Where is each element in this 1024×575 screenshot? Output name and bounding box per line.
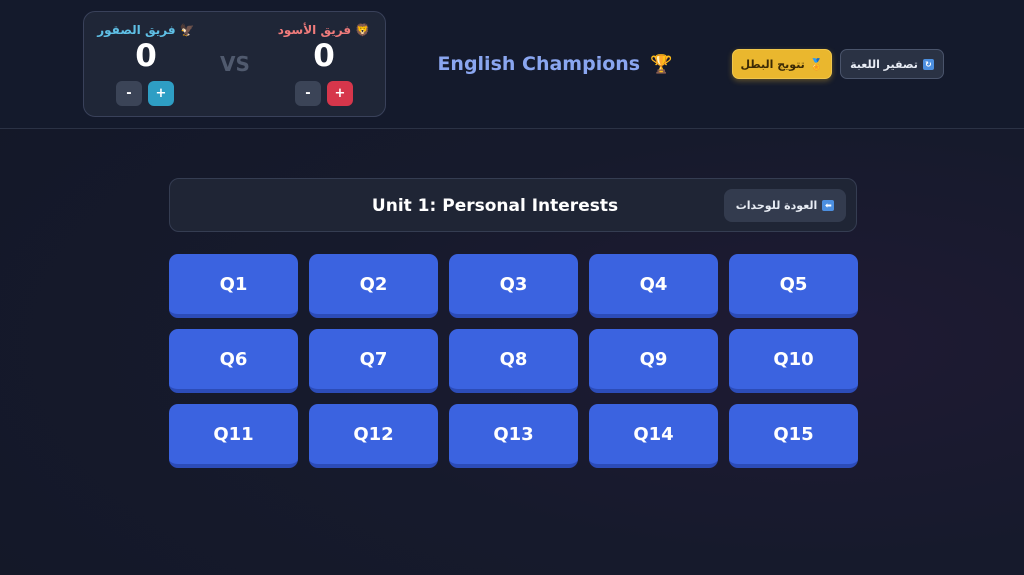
eagle-icon: 🦅 — [179, 23, 195, 37]
reset-game-button[interactable]: ↻ تصفير اللعبة — [840, 49, 944, 79]
back-button-label: العودة للوحدات — [735, 199, 818, 212]
scoreboard: 🦅 فريق الصقور 0 - + VS 🦁 فريق الأسود 0 -… — [83, 11, 386, 117]
question-button[interactable]: Q10 — [729, 329, 858, 393]
lions-minus-button[interactable]: - — [295, 81, 321, 106]
team-falcons: 🦅 فريق الصقور 0 - + — [96, 12, 196, 118]
crown-icon: 🏅 — [809, 57, 824, 71]
lions-plus-button[interactable]: + — [327, 81, 353, 106]
question-button[interactable]: Q8 — [449, 329, 578, 393]
reset-button-label: تصفير اللعبة — [850, 57, 918, 71]
question-button[interactable]: Q12 — [309, 404, 438, 468]
question-button[interactable]: Q13 — [449, 404, 578, 468]
falcons-minus-button[interactable]: - — [116, 81, 142, 106]
question-button[interactable]: Q14 — [589, 404, 718, 468]
title-text: English Champions — [437, 53, 641, 75]
crown-champion-button[interactable]: 🏅 تتويج البطل — [732, 49, 832, 79]
team-lions: 🦁 فريق الأسود 0 - + — [274, 12, 374, 118]
trophy-icon: 🏆 — [650, 53, 673, 75]
question-button[interactable]: Q5 — [729, 254, 858, 318]
reset-icon: ↻ — [922, 58, 934, 70]
lion-icon: 🦁 — [355, 23, 371, 37]
top-header: 🦅 فريق الصقور 0 - + VS 🦁 فريق الأسود 0 -… — [0, 0, 1024, 129]
question-button[interactable]: Q7 — [309, 329, 438, 393]
back-arrow-icon: ⬅ — [822, 200, 835, 211]
team-falcons-score: 0 — [135, 38, 157, 74]
question-grid: Q1 Q2 Q3 Q4 Q5 Q6 Q7 Q8 Q9 Q10 Q11 Q12 Q… — [169, 254, 858, 468]
unit-header: Unit 1: Personal Interests ⬅ العودة للوح… — [169, 178, 857, 232]
back-to-units-button[interactable]: ⬅ العودة للوحدات — [724, 189, 846, 222]
question-button[interactable]: Q4 — [589, 254, 718, 318]
unit-title: Unit 1: Personal Interests — [371, 196, 619, 216]
crown-button-label: تتويج البطل — [740, 57, 805, 71]
question-button[interactable]: Q3 — [449, 254, 578, 318]
question-button[interactable]: Q6 — [169, 329, 298, 393]
question-button[interactable]: Q1 — [169, 254, 298, 318]
vs-label: VS — [220, 52, 250, 76]
question-button[interactable]: Q2 — [309, 254, 438, 318]
question-button[interactable]: Q15 — [729, 404, 858, 468]
question-button[interactable]: Q11 — [169, 404, 298, 468]
question-button[interactable]: Q9 — [589, 329, 718, 393]
team-lions-score: 0 — [313, 38, 335, 74]
team-lions-name: 🦁 فريق الأسود — [277, 23, 371, 37]
team-falcons-name: 🦅 فريق الصقور — [97, 23, 195, 37]
page-title: English Champions 🏆 — [420, 50, 690, 78]
falcons-plus-button[interactable]: + — [148, 81, 174, 106]
